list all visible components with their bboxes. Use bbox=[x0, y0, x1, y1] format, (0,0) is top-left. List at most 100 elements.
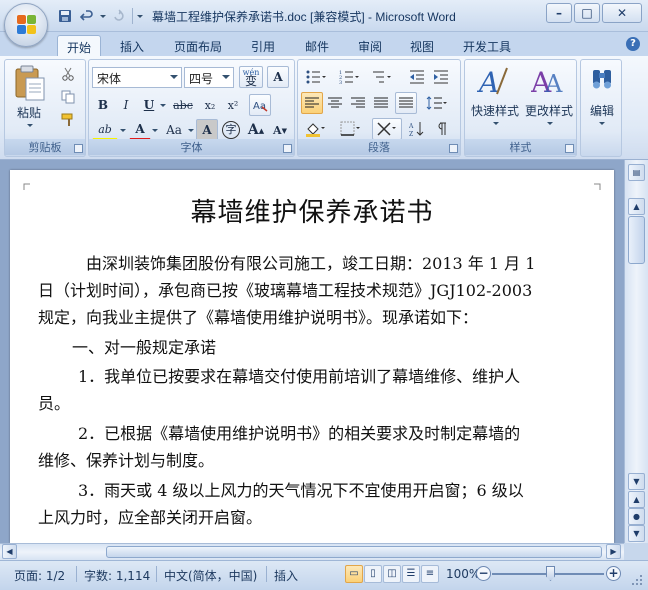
vertical-scroll-thumb[interactable] bbox=[628, 216, 645, 264]
enclose-characters-button[interactable]: 字 bbox=[220, 119, 242, 141]
paste-button[interactable]: 粘贴 bbox=[11, 104, 47, 121]
multilevel-list-icon[interactable] bbox=[367, 66, 397, 88]
ruler-toggle-icon[interactable]: ▤ bbox=[628, 164, 645, 181]
undo-dropdown-icon[interactable] bbox=[100, 14, 106, 18]
paragraph-launcher-icon[interactable] bbox=[449, 144, 458, 153]
grow-font-button[interactable]: A ▲ bbox=[245, 119, 267, 141]
quick-styles-dropdown-icon[interactable] bbox=[493, 122, 499, 125]
paste-dropdown-icon[interactable] bbox=[27, 124, 33, 127]
scroll-right-icon[interactable]: ▶ bbox=[606, 544, 621, 559]
superscript-button[interactable]: x² bbox=[222, 94, 244, 116]
underline-button[interactable]: U bbox=[138, 94, 160, 116]
change-styles-icon[interactable]: AA bbox=[530, 64, 565, 100]
customize-qat-icon[interactable] bbox=[137, 14, 143, 18]
scroll-down-icon[interactable]: ▼ bbox=[628, 473, 645, 490]
copy-icon[interactable] bbox=[57, 86, 79, 108]
change-case-button[interactable]: Aa bbox=[161, 119, 187, 141]
font-size-combo[interactable]: 四号 bbox=[184, 67, 234, 88]
borders-icon[interactable] bbox=[336, 118, 366, 140]
scroll-left-icon[interactable]: ◀ bbox=[2, 544, 17, 559]
language-indicator[interactable]: 中文(简体，中国) bbox=[164, 567, 257, 584]
previous-page-icon[interactable]: ▲ bbox=[628, 491, 645, 508]
clear-formatting-icon[interactable]: Aa bbox=[249, 94, 271, 116]
word-count[interactable]: 字数: 1,114 bbox=[84, 567, 150, 584]
change-case-dropdown-icon[interactable] bbox=[188, 129, 194, 132]
scroll-up-icon[interactable]: ▲ bbox=[628, 198, 645, 215]
shading-icon[interactable] bbox=[301, 118, 331, 140]
zoom-slider-thumb[interactable] bbox=[546, 566, 555, 581]
horizontal-scroll-thumb[interactable] bbox=[106, 546, 602, 558]
paste-icon[interactable] bbox=[13, 64, 47, 102]
zoom-out-button[interactable]: − bbox=[476, 566, 491, 581]
save-icon[interactable] bbox=[56, 7, 74, 25]
web-layout-icon[interactable]: ◫ bbox=[383, 565, 401, 583]
page-count[interactable]: 页面: 1/2 bbox=[14, 567, 65, 584]
bullets-icon[interactable] bbox=[301, 66, 331, 88]
increase-indent-icon[interactable] bbox=[430, 66, 452, 88]
tab-mailings[interactable]: 邮件 bbox=[297, 35, 337, 56]
character-shading-button[interactable]: A bbox=[196, 119, 218, 141]
italic-button[interactable]: I bbox=[115, 94, 137, 116]
editing-dropdown-icon[interactable] bbox=[599, 122, 605, 125]
insert-mode-indicator[interactable]: 插入 bbox=[274, 567, 298, 584]
shrink-font-button[interactable]: A ▼ bbox=[269, 119, 291, 141]
zoom-in-button[interactable]: + bbox=[606, 566, 621, 581]
print-layout-icon[interactable]: ▭ bbox=[345, 565, 363, 583]
sort-icon[interactable]: AZ bbox=[406, 118, 428, 140]
bold-button[interactable]: B bbox=[92, 94, 114, 116]
underline-dropdown-icon[interactable] bbox=[160, 104, 166, 107]
styles-launcher-icon[interactable] bbox=[565, 144, 574, 153]
help-icon[interactable]: ? bbox=[626, 37, 640, 51]
full-screen-reading-icon[interactable]: ▯ bbox=[364, 565, 382, 583]
draft-view-icon[interactable]: ≡ bbox=[421, 565, 439, 583]
highlight-button[interactable]: ab bbox=[92, 119, 118, 141]
justify-icon[interactable] bbox=[370, 92, 392, 114]
format-painter-icon[interactable] bbox=[57, 109, 79, 131]
decrease-indent-icon[interactable] bbox=[406, 66, 428, 88]
strikethrough-button[interactable]: abc bbox=[169, 94, 197, 116]
office-button[interactable] bbox=[4, 3, 48, 47]
tab-home[interactable]: 开始 bbox=[57, 35, 101, 56]
font-launcher-icon[interactable] bbox=[283, 144, 292, 153]
horizontal-scrollbar[interactable]: ◀ ▶ bbox=[0, 543, 624, 560]
tab-page-layout[interactable]: 页面布局 bbox=[168, 35, 228, 56]
font-color-button[interactable]: A bbox=[129, 119, 151, 141]
highlight-dropdown-icon[interactable] bbox=[120, 129, 126, 132]
document-page[interactable]: 幕墙维护保养承诺书 由深圳装饰集团股份有限公司施工，竣工日期：2013 年 1 … bbox=[10, 170, 614, 543]
line-spacing-icon[interactable] bbox=[422, 92, 452, 114]
quick-styles-button[interactable]: 快速样式 bbox=[467, 102, 523, 119]
minimize-button[interactable]: – bbox=[546, 3, 572, 23]
show-marks-icon[interactable] bbox=[430, 118, 452, 140]
clipboard-launcher-icon[interactable] bbox=[74, 144, 83, 153]
cut-icon[interactable] bbox=[57, 63, 79, 85]
outline-view-icon[interactable]: ☰ bbox=[402, 565, 420, 583]
character-border-button[interactable]: A bbox=[267, 66, 289, 88]
next-page-icon[interactable]: ▼ bbox=[628, 525, 645, 542]
align-left-icon[interactable] bbox=[301, 92, 323, 114]
close-button[interactable]: ✕ bbox=[602, 3, 642, 23]
tab-review[interactable]: 审阅 bbox=[350, 35, 390, 56]
align-right-icon[interactable] bbox=[347, 92, 369, 114]
font-color-dropdown-icon[interactable] bbox=[152, 129, 158, 132]
phonetic-guide-button[interactable]: wén 变 bbox=[239, 66, 263, 88]
vertical-scrollbar[interactable]: ▤ ▲ ▼ ▲ ● ▼ bbox=[624, 160, 648, 543]
align-center-icon[interactable] bbox=[324, 92, 346, 114]
tab-insert[interactable]: 插入 bbox=[112, 35, 152, 56]
resize-grip-icon[interactable] bbox=[630, 573, 644, 587]
tab-view[interactable]: 视图 bbox=[402, 35, 442, 56]
change-styles-button[interactable]: 更改样式 bbox=[521, 102, 577, 119]
editing-button[interactable]: 编辑 bbox=[583, 102, 621, 119]
chinese-layout-icon[interactable] bbox=[372, 118, 402, 140]
maximize-button[interactable]: □ bbox=[574, 3, 600, 23]
quick-styles-icon[interactable]: A bbox=[476, 64, 511, 100]
numbering-icon[interactable]: 123 bbox=[334, 66, 364, 88]
browse-object-icon[interactable]: ● bbox=[628, 508, 645, 525]
undo-icon[interactable] bbox=[78, 7, 96, 25]
change-styles-dropdown-icon[interactable] bbox=[547, 122, 553, 125]
tab-developer[interactable]: 开发工具 bbox=[455, 35, 519, 56]
distributed-icon[interactable] bbox=[395, 92, 417, 114]
font-name-combo[interactable]: 宋体 bbox=[92, 67, 182, 88]
redo-icon[interactable] bbox=[110, 7, 128, 25]
tab-references[interactable]: 引用 bbox=[243, 35, 283, 56]
binoculars-icon[interactable] bbox=[590, 66, 614, 92]
